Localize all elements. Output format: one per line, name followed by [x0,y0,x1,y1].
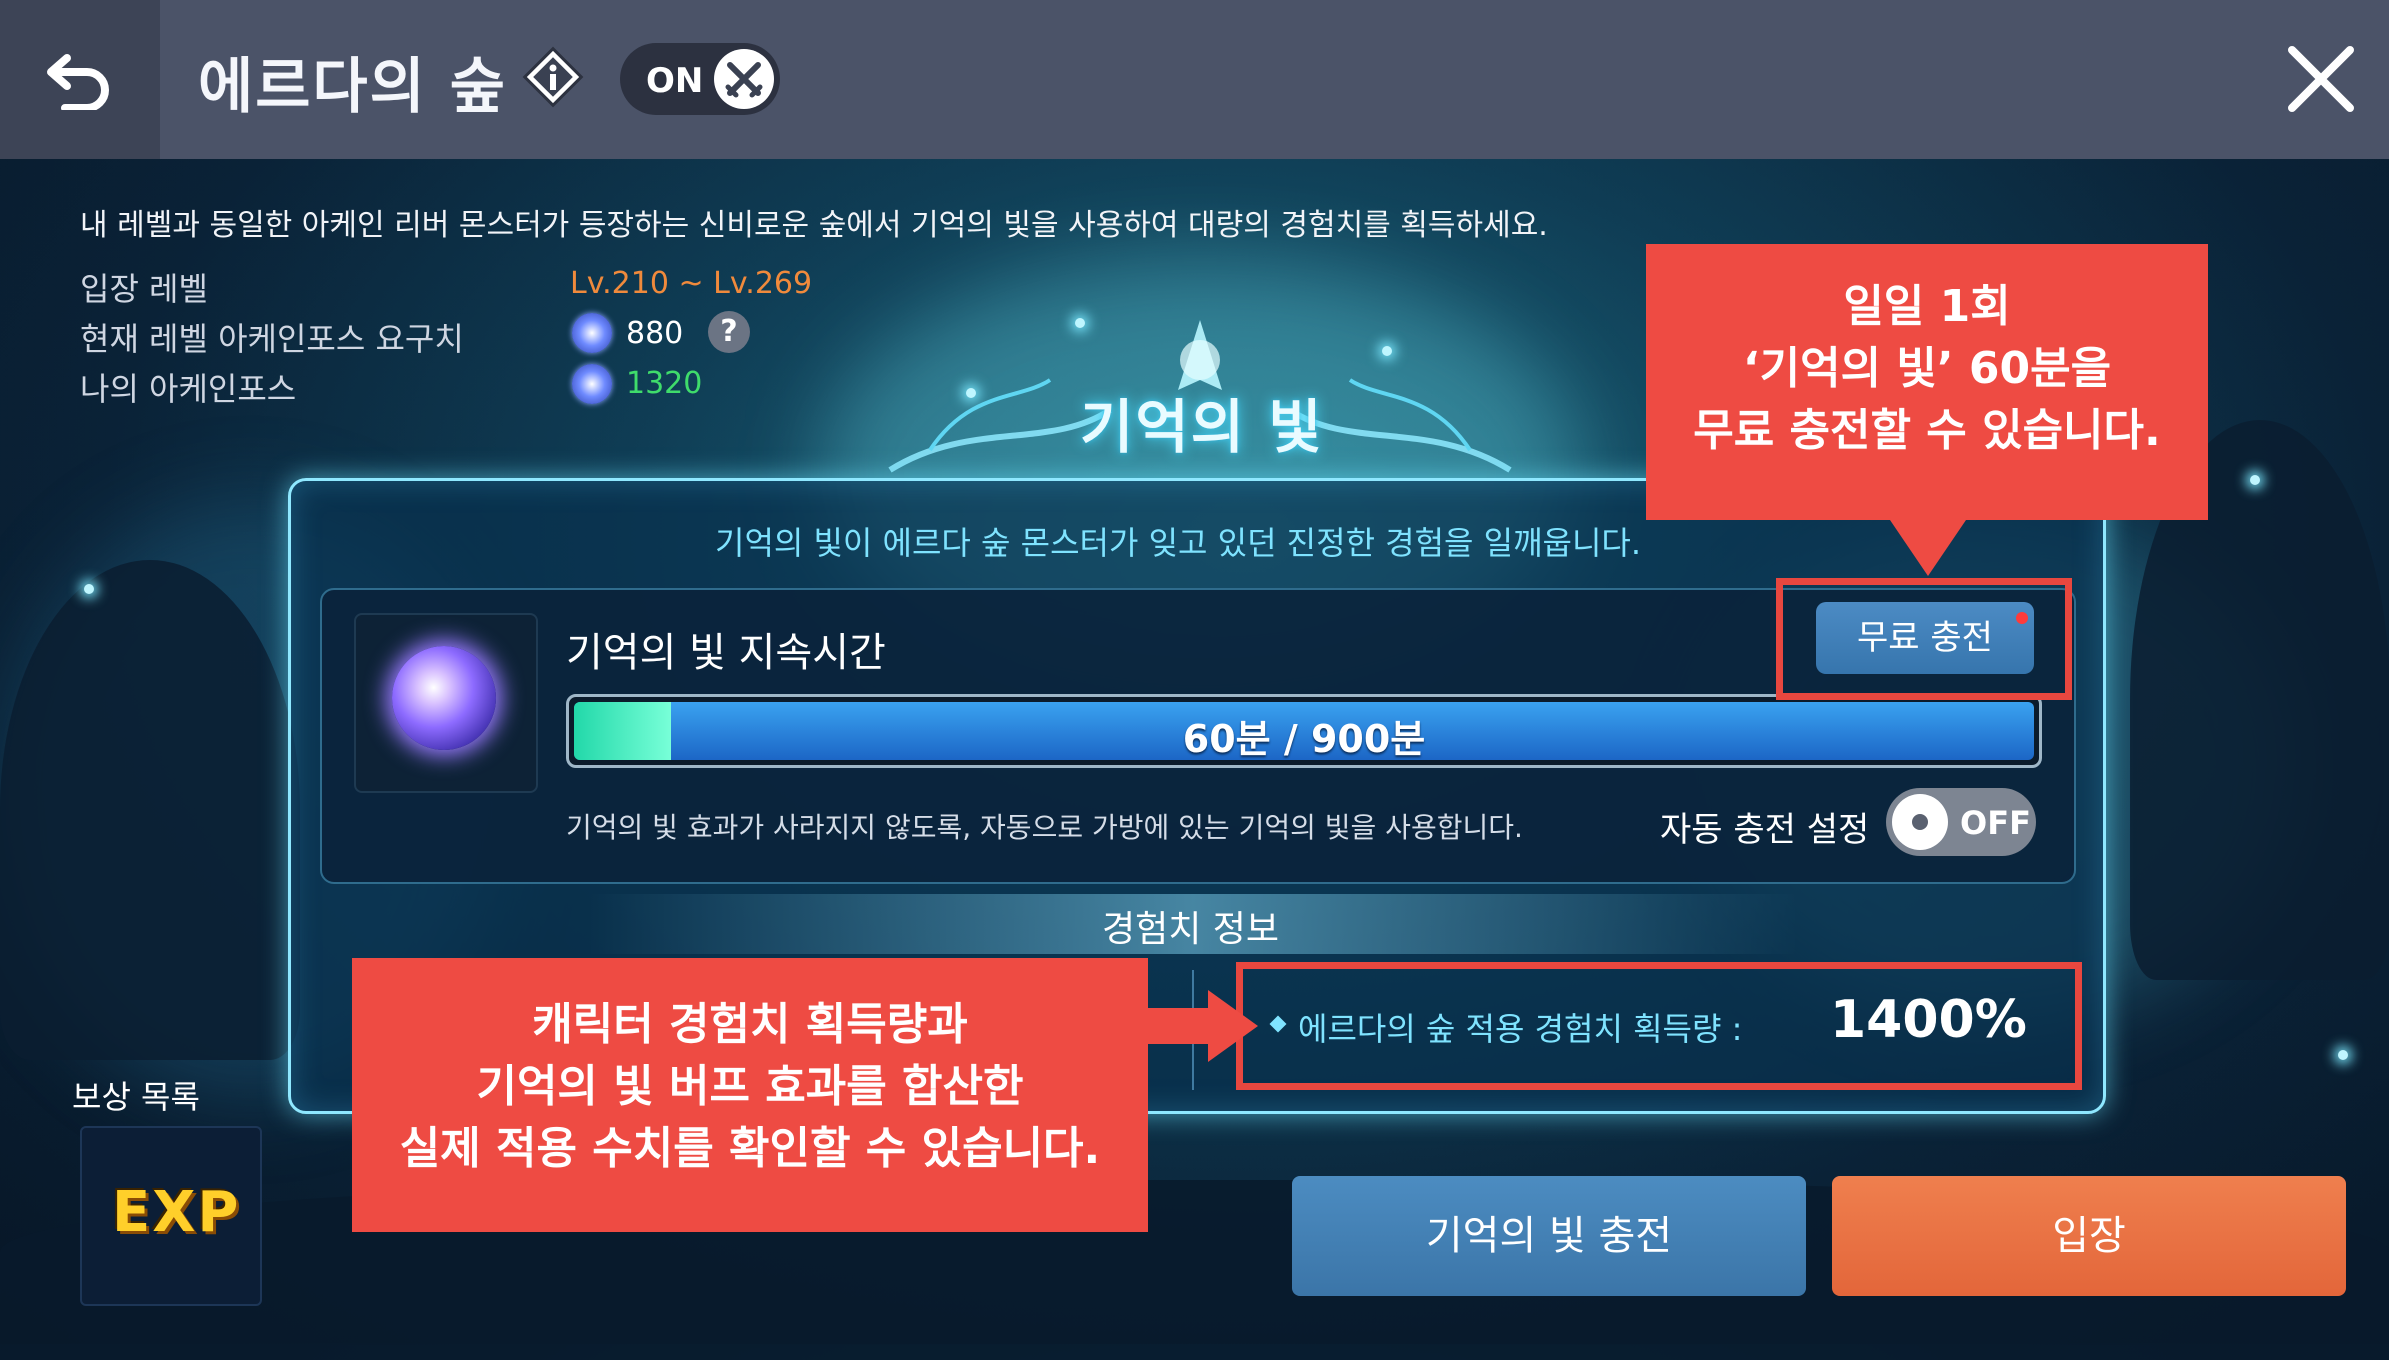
arcane-force-icon [572,313,612,353]
arcane-requirement-label: 현재 레벨 아케인포스 요구치 [80,320,464,358]
memory-light-title: 기억의 빛 [1080,393,1324,461]
auto-battle-toggle[interactable]: ON [620,43,780,115]
callout-line: 무료 충전할 수 있습니다. [1693,405,2161,456]
auto-charge-description: 기억의 빛 효과가 사라지지 않도록, 자동으로 가방에 있는 기억의 빛을 사… [566,811,1523,844]
auto-charge-label: 자동 충전 설정 [1660,810,1870,850]
back-button[interactable] [0,0,160,159]
dungeon-description: 내 레벨과 동일한 아케인 리버 몬스터가 등장하는 신비로운 숲에서 기억의 … [80,208,1548,243]
top-bar: 에르다의 숲 ON [0,0,2389,159]
toggle-off-label: OFF [1960,804,2031,842]
callout-free-charge: 일일 1회 ‘기억의 빛’ 60분을 무료 충전할 수 있습니다. [1646,244,2208,520]
panel-subtitle: 기억의 빛이 에르다 숲 몬스터가 잊고 있던 진정한 경험을 일깨웁니다. [715,524,1642,562]
duration-title: 기억의 빛 지속시간 [566,630,886,676]
toggle-knob [1892,794,1948,850]
memory-light-orb-icon [392,646,496,750]
callout-line: ‘기억의 빛’ 60분을 [1742,343,2112,394]
arcane-force-icon [572,364,612,404]
my-arcane-value: 1320 [626,366,703,401]
arcane-requirement-value: 880 [626,316,684,351]
entry-level-label: 입장 레벨 [80,270,208,308]
duration-progress-bar: 60분 / 900분 [566,694,2042,768]
help-icon[interactable]: ? [708,311,750,353]
callout-arrow-right-head [1208,990,1258,1062]
close-icon[interactable] [2280,38,2362,120]
exp-rate-highlight [1236,962,2082,1090]
info-diamond-icon[interactable] [522,46,584,108]
callout-exp-rate: 캐릭터 경험치 획득량과 기억의 빛 버프 효과를 합산한 실제 적용 수치를 … [352,958,1148,1232]
exp-badge-icon: EXP [112,1180,241,1245]
entry-level-value: Lv.210 ~ Lv.269 [570,266,813,301]
callout-arrow-right [1148,1008,1212,1044]
exp-info-title: 경험치 정보 [1102,909,1280,950]
crossed-swords-icon [714,49,774,109]
my-arcane-label: 나의 아케인포스 [80,370,297,408]
back-arrow-icon [47,53,109,110]
reward-list-label: 보상 목록 [72,1078,200,1116]
free-charge-highlight [1776,578,2072,700]
callout-line: 실제 적용 수치를 확인할 수 있습니다. [399,1123,1101,1174]
callout-line: 일일 1회 [1843,281,2011,332]
enter-button[interactable]: 입장 [1832,1176,2346,1296]
callout-arrow-down [1890,520,1966,576]
callout-line: 캐릭터 경험치 획득량과 [532,999,968,1050]
auto-charge-toggle[interactable]: OFF [1886,788,2036,856]
duration-progress-text: 60분 / 900분 [1182,717,1426,760]
toggle-on-label: ON [646,61,704,101]
callout-line: 기억의 빛 버프 효과를 합산한 [476,1061,1024,1112]
page-title: 에르다의 숲 [198,52,507,122]
memory-light-charge-button[interactable]: 기억의 빛 충전 [1292,1176,1806,1296]
